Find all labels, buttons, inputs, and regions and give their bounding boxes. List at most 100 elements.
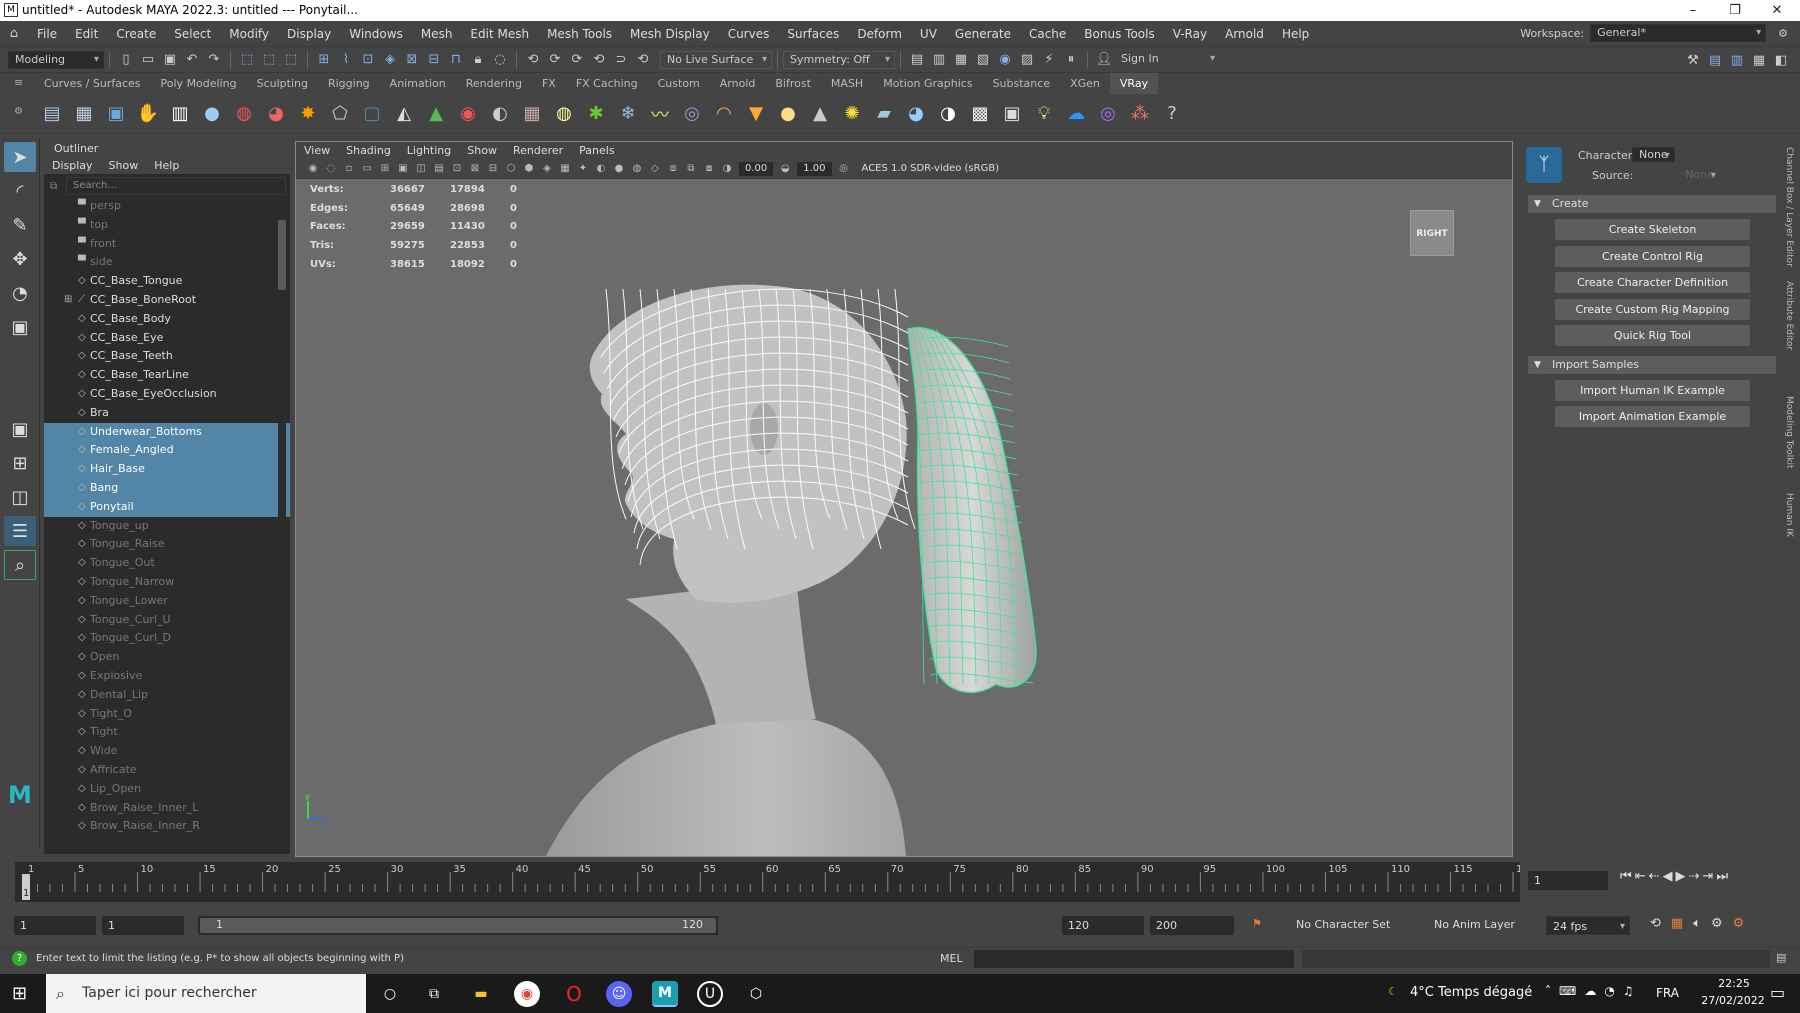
outliner-item[interactable]: ◇ Explosive bbox=[44, 667, 290, 686]
go-to-end-icon[interactable]: ⏭︎ bbox=[1716, 869, 1728, 884]
input-ops-icon[interactable]: ⟳ bbox=[545, 50, 565, 70]
hik-section-import-samples[interactable]: Import Samples bbox=[1528, 355, 1776, 374]
outliner-scrollbar[interactable] bbox=[278, 212, 286, 842]
shelf-menu-icon[interactable]: ≡ bbox=[14, 76, 23, 89]
vray-sphere-light-icon[interactable]: ● bbox=[773, 99, 803, 129]
help-icon[interactable]: ? bbox=[1157, 99, 1187, 129]
select-hierarchy-icon[interactable]: ⬚ bbox=[237, 50, 257, 70]
magnet-icon[interactable]: ⊃ bbox=[611, 50, 631, 70]
shelf-tab-curves-surfaces[interactable]: Curves / Surfaces bbox=[34, 73, 151, 94]
shelf-tab-fx-caching[interactable]: FX Caching bbox=[566, 73, 648, 94]
vray-balls-icon[interactable]: ◑ bbox=[933, 99, 963, 129]
xray-joints-icon[interactable]: ⧇ bbox=[702, 162, 716, 176]
quick-rig-tool-button[interactable]: Quick Rig Tool bbox=[1555, 325, 1750, 346]
outliner-item[interactable]: ◇ Tongue_up bbox=[44, 517, 290, 536]
shelf-options-icon[interactable]: ⚙ bbox=[14, 106, 23, 117]
source-dropdown[interactable]: None bbox=[1678, 167, 1721, 182]
playback-end-field[interactable]: 120 bbox=[1062, 916, 1144, 935]
vray-geom-icon[interactable]: ▢ bbox=[357, 99, 387, 129]
safe-title-icon[interactable]: ⊟ bbox=[486, 162, 500, 176]
shelf-tab-arnold[interactable]: Arnold bbox=[710, 73, 766, 94]
gate-mask-icon[interactable]: ▤ bbox=[432, 162, 446, 176]
vray-fire-icon[interactable]: ✸ bbox=[293, 99, 323, 129]
vray-camera-icon[interactable]: ◍ bbox=[229, 99, 259, 129]
fps-dropdown[interactable]: 24 fps bbox=[1546, 916, 1630, 936]
outliner-item[interactable]: ◇ Tongue_Curl_D bbox=[44, 629, 290, 648]
viewport-menu-shading[interactable]: Shading bbox=[338, 142, 399, 160]
outliner-item[interactable]: ◇ Bang bbox=[44, 478, 290, 498]
rotate-tool-icon[interactable]: ◔ bbox=[4, 278, 36, 308]
import-human-ik-example-button[interactable]: Import Human IK Example bbox=[1555, 379, 1750, 401]
lasso-tool-icon[interactable]: ◜ bbox=[4, 176, 36, 206]
outliner-layout-icon[interactable]: ☰ bbox=[4, 516, 36, 546]
safe-action-icon[interactable]: ⊠ bbox=[468, 162, 482, 176]
viewport-menu-panels[interactable]: Panels bbox=[571, 142, 622, 160]
textured-icon[interactable]: ▦ bbox=[558, 162, 572, 176]
construction-icon[interactable]: ⟲ bbox=[589, 50, 609, 70]
shadows-icon[interactable]: ◐ bbox=[594, 162, 608, 176]
gamma-field[interactable]: 1.00 bbox=[797, 162, 832, 176]
render-settings-icon[interactable]: ▧ bbox=[973, 50, 993, 70]
select-component-icon[interactable]: ⬚ bbox=[281, 50, 301, 70]
bookmark-icon[interactable]: ▫ bbox=[342, 162, 356, 176]
select-object-icon[interactable]: ⬚ bbox=[259, 50, 279, 70]
outliner-item[interactable]: ◇ Bra bbox=[44, 404, 290, 423]
character-dropdown[interactable]: None bbox=[1632, 147, 1675, 162]
outliner-item[interactable]: ◇ CC_Base_Teeth bbox=[44, 347, 290, 366]
shelf-tab-fx[interactable]: FX bbox=[532, 73, 566, 94]
smooth-shade-icon[interactable]: ⬢ bbox=[522, 162, 536, 176]
outliner-item[interactable]: ▀ side bbox=[44, 253, 290, 272]
filter-icon[interactable]: ⧉ bbox=[50, 181, 57, 192]
antialiasing-icon[interactable]: ◇ bbox=[648, 162, 662, 176]
outliner-menu-show[interactable]: Show bbox=[101, 157, 147, 174]
ipr-icon[interactable]: ⟲ bbox=[633, 50, 653, 70]
vray-checker-icon[interactable]: ▩ bbox=[965, 99, 995, 129]
opera-icon[interactable]: O bbox=[561, 981, 587, 1007]
clock-date[interactable]: 27/02/2022 bbox=[1700, 994, 1766, 1007]
current-frame-field[interactable]: 1 bbox=[1528, 871, 1608, 890]
four-view-icon[interactable]: ⊞ bbox=[4, 448, 36, 478]
vray-frame-buffer-icon[interactable]: ▦ bbox=[69, 99, 99, 129]
outliner-item[interactable]: ◇ Brow_Raise_Inner_R bbox=[44, 817, 290, 836]
menu-edit[interactable]: Edit bbox=[66, 21, 107, 47]
live-surface-field[interactable]: No Live Surface bbox=[660, 50, 772, 69]
unreal-icon[interactable]: U bbox=[697, 981, 723, 1007]
side-tab[interactable]: Channel Box / Layer Editor bbox=[1784, 147, 1794, 267]
character-set-dropdown[interactable]: No Character Set bbox=[1296, 918, 1390, 931]
menu-modify[interactable]: Modify bbox=[220, 21, 278, 47]
vray-render-icon[interactable]: ⚡︎ bbox=[1039, 50, 1059, 70]
range-end-field[interactable]: 200 bbox=[1150, 916, 1234, 935]
vray-sun-icon[interactable]: ✺ bbox=[837, 99, 867, 129]
cube-app-icon[interactable]: ⬡ bbox=[743, 981, 769, 1007]
vray-proxy-icon[interactable]: ◎ bbox=[677, 99, 707, 129]
menu-bonus-tools[interactable]: Bonus Tools bbox=[1075, 21, 1163, 47]
snap-surface-icon[interactable]: ◈ bbox=[380, 50, 400, 70]
play-backward-icon[interactable]: ◀ bbox=[1663, 869, 1673, 884]
shelf-tab-sculpting[interactable]: Sculpting bbox=[247, 73, 318, 94]
play-forward-icon[interactable]: ▶ bbox=[1676, 869, 1686, 884]
create-skeleton-button[interactable]: Create Skeleton bbox=[1555, 219, 1750, 240]
outliner-menu-display[interactable]: Display bbox=[44, 157, 101, 174]
field-chart-icon[interactable]: ⊡ bbox=[450, 162, 464, 176]
menu-mesh-display[interactable]: Mesh Display bbox=[621, 21, 719, 47]
time-ruler[interactable]: 1 5 10 15 20 25 30 35 40 45 50 55 60 65 70 75 80 85 90 95 10… bbox=[15, 862, 1535, 902]
menu-v-ray[interactable]: V-Ray bbox=[1164, 21, 1216, 47]
outliner-item[interactable]: ◇ Affricate bbox=[44, 761, 290, 780]
outliner-item[interactable]: ▀ top bbox=[44, 216, 290, 235]
outliner-item[interactable]: ◇ Lip_Open bbox=[44, 780, 290, 799]
shelf-tab-motion-graphics[interactable]: Motion Graphics bbox=[873, 73, 982, 94]
select-tool-icon[interactable]: ➤ bbox=[4, 142, 36, 172]
vray-grid-icon[interactable]: ▦ bbox=[517, 99, 547, 129]
anim-layer-dropdown[interactable]: No Anim Layer bbox=[1434, 918, 1515, 931]
image-plane-icon[interactable]: ▭ bbox=[360, 162, 374, 176]
motion-blur-icon[interactable]: ◍ bbox=[630, 162, 644, 176]
lights-icon[interactable]: ✦ bbox=[576, 162, 590, 176]
outliner-item[interactable]: ◇ Tongue_Narrow bbox=[44, 573, 290, 592]
menu-windows[interactable]: Windows bbox=[340, 21, 412, 47]
loop-icon[interactable]: ⟲ bbox=[1650, 916, 1661, 931]
outliner-item[interactable]: ◇ Tight_O bbox=[44, 705, 290, 724]
shelf-tab-xgen[interactable]: XGen bbox=[1060, 73, 1110, 94]
save-scene-icon[interactable]: ▣ bbox=[160, 50, 180, 70]
toggle-modeling-toolkit-icon[interactable]: ⚒ bbox=[1683, 50, 1703, 70]
menu-mesh[interactable]: Mesh bbox=[412, 21, 462, 47]
